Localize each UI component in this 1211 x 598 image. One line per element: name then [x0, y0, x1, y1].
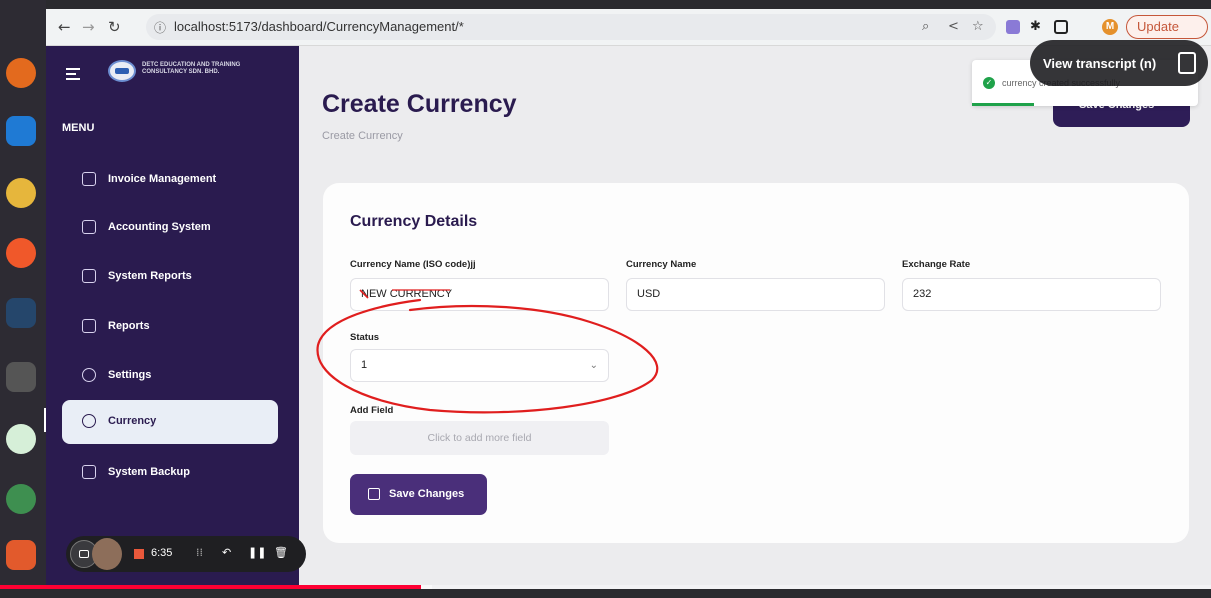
pause-icon[interactable]: ❚❚: [248, 546, 266, 559]
sidebar-item-invoice-management[interactable]: Invoice Management: [62, 158, 278, 202]
zoom-icon[interactable]: ⌕: [922, 19, 929, 34]
view-transcript-button[interactable]: View transcript (n): [1030, 40, 1208, 86]
backup-icon: [82, 465, 96, 479]
invoice-icon: [82, 172, 96, 186]
sidebar-item-accounting-system[interactable]: Accounting System: [62, 206, 278, 250]
share-icon[interactable]: <: [948, 19, 959, 34]
sidebar-item-settings[interactable]: Settings: [62, 354, 278, 398]
stop-record-icon[interactable]: [134, 549, 144, 559]
reload-icon[interactable]: ↻: [108, 18, 121, 36]
app-sidebar: DETC EDUCATION AND TRAINING CONSULTANCY …: [46, 46, 299, 598]
exchange-rate-label: Exchange Rate: [902, 259, 971, 270]
browser-toolbar: ← → ↻ ⓘ localhost:5173/dashboard/Currenc…: [46, 9, 1211, 46]
profile-avatar[interactable]: M: [1102, 19, 1118, 35]
sidebar-item-system-reports[interactable]: System Reports: [62, 255, 278, 299]
brave-icon[interactable]: [6, 540, 36, 570]
report-icon: [82, 319, 96, 333]
save-icon: [368, 488, 380, 500]
main-content: Create Currency Create Currency Save Cha…: [299, 46, 1211, 598]
toast-progress-bar: [972, 103, 1034, 106]
app-icon[interactable]: [6, 484, 36, 514]
firefox-icon[interactable]: [6, 58, 36, 88]
screen: ← → ↻ ⓘ localhost:5173/dashboard/Currenc…: [0, 0, 1211, 598]
sidebar-item-system-backup[interactable]: System Backup: [62, 451, 278, 495]
sidebar-item-label: Settings: [108, 369, 152, 381]
postman-icon[interactable]: [6, 238, 36, 268]
exchange-rate-input[interactable]: 232: [902, 278, 1161, 311]
save-changes-label: Save Changes: [389, 488, 465, 500]
back-arrow-icon[interactable]: ←: [58, 18, 71, 36]
add-field-button[interactable]: Click to add more field: [350, 421, 609, 455]
site-info-icon[interactable]: ⓘ: [154, 19, 166, 36]
hamburger-menu-icon[interactable]: [66, 68, 80, 83]
bookmark-star-icon[interactable]: ☆: [972, 19, 984, 34]
company-logo: [108, 60, 136, 82]
top-strip: [0, 0, 1211, 9]
vscode-icon[interactable]: [6, 116, 36, 146]
bottom-strip: [0, 589, 1211, 598]
recording-time: 6:35: [151, 547, 173, 559]
chevron-down-icon: ⌄: [589, 360, 598, 371]
currency-name-input[interactable]: USD: [626, 278, 885, 311]
accounting-icon: [82, 220, 96, 234]
sidebar-item-label: Reports: [108, 320, 150, 332]
screen-recorder-bar: 6:35 ⁞⁞ ↶ ❚❚ 🗑: [66, 536, 306, 572]
chrome-icon[interactable]: [6, 178, 36, 208]
undo-icon[interactable]: ↶: [222, 546, 231, 559]
gear-icon: [82, 368, 96, 382]
update-button[interactable]: Update: [1126, 15, 1208, 39]
trash-icon[interactable]: 🗑: [274, 546, 288, 559]
menu-label: MENU: [62, 122, 95, 134]
terminal-icon[interactable]: [6, 362, 36, 392]
add-field-label: Add Field: [350, 405, 394, 416]
mysql-workbench-icon[interactable]: [6, 298, 36, 328]
sidebar-item-label: System Backup: [108, 466, 190, 478]
iso-code-label: Currency Name (ISO code)jj: [350, 259, 476, 270]
currency-name-label: Currency Name: [626, 259, 697, 270]
sidebar-item-label: Currency: [108, 415, 157, 427]
check-circle-icon: ✓: [983, 77, 995, 89]
sidepanel-icon[interactable]: [1054, 20, 1068, 34]
transcript-icon: [1178, 52, 1196, 74]
company-name: DETC EDUCATION AND TRAINING CONSULTANCY …: [142, 62, 241, 75]
status-select[interactable]: 1 ⌄: [350, 349, 609, 382]
os-dock: [0, 0, 46, 598]
iso-code-input[interactable]: NEW CURRENCY: [350, 278, 609, 311]
save-changes-button[interactable]: Save Changes: [350, 474, 487, 515]
breadcrumb: Create Currency: [322, 130, 403, 142]
sidebar-item-label: Accounting System: [108, 221, 211, 233]
forward-arrow-icon[interactable]: →: [82, 18, 95, 36]
status-value: 1: [361, 359, 368, 371]
chart-icon: [82, 269, 96, 283]
currency-details-card: Currency Details Currency Name (ISO code…: [323, 183, 1189, 543]
url-text: localhost:5173/dashboard/CurrencyManagem…: [174, 19, 464, 34]
extensions-puzzle-icon[interactable]: ✱: [1030, 19, 1041, 34]
status-label: Status: [350, 332, 380, 343]
extension-icon[interactable]: [1006, 20, 1020, 34]
sidebar-item-label: Invoice Management: [108, 173, 217, 185]
sidebar-item-currency[interactable]: Currency: [62, 400, 278, 444]
sidebar-item-reports[interactable]: Reports: [62, 305, 278, 349]
card-title: Currency Details: [350, 213, 478, 230]
waveform-icon[interactable]: ⁞⁞: [196, 546, 203, 559]
globe-icon: [82, 414, 96, 428]
address-bar[interactable]: ⓘ localhost:5173/dashboard/CurrencyManag…: [146, 14, 996, 40]
view-transcript-label: View transcript (n): [1043, 56, 1157, 71]
webcam-avatar: [92, 538, 122, 570]
mongodb-icon[interactable]: [6, 424, 36, 454]
sidebar-item-label: System Reports: [108, 270, 192, 282]
page-title: Create Currency: [322, 90, 517, 118]
